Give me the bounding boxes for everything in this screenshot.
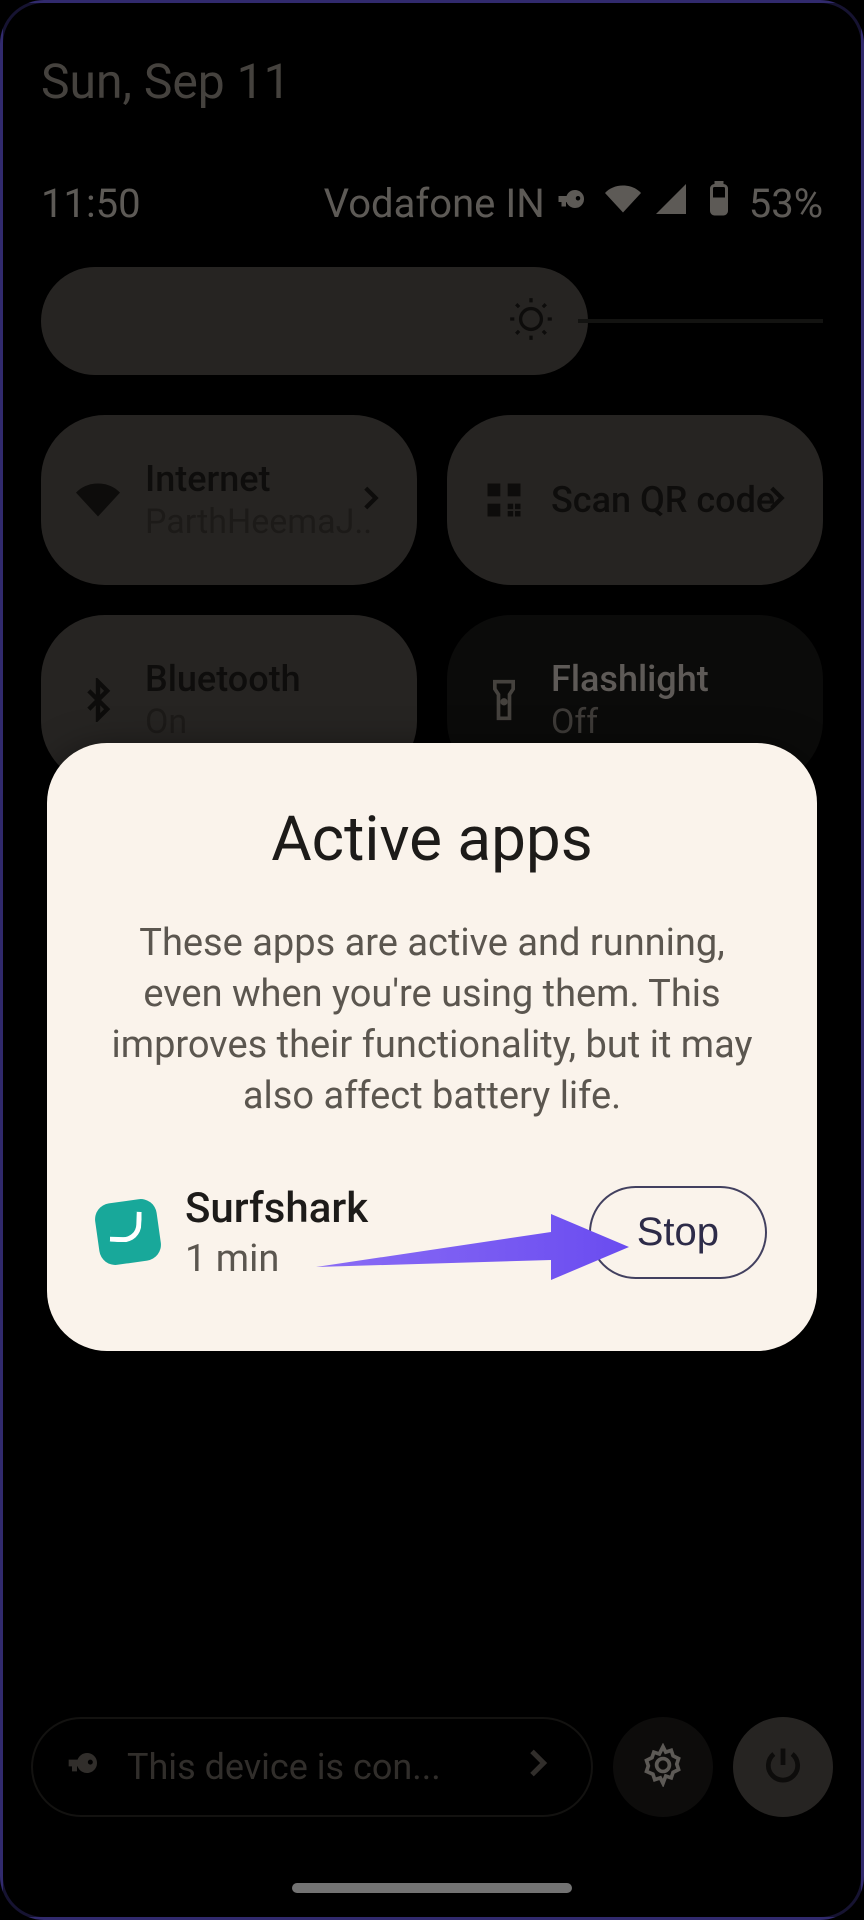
power-button[interactable] bbox=[733, 1717, 833, 1817]
tile-title: Internet bbox=[145, 458, 383, 500]
battery-percent: 53% bbox=[749, 180, 823, 227]
status-bar: 11:50 Vodafone IN 53% bbox=[31, 180, 833, 267]
date-label: Sun, Sep 11 bbox=[31, 43, 833, 180]
tile-title: Bluetooth bbox=[145, 658, 383, 700]
qr-icon bbox=[481, 478, 527, 522]
active-apps-dialog: Active apps These apps are active and ru… bbox=[47, 743, 817, 1351]
vpn-status-chip[interactable]: This device is con... bbox=[31, 1717, 593, 1817]
dialog-description: These apps are active and running, even … bbox=[87, 918, 777, 1122]
tile-subtitle: On bbox=[145, 702, 383, 742]
stop-button[interactable]: Stop bbox=[589, 1186, 767, 1279]
wifi-icon bbox=[605, 180, 641, 227]
tile-subtitle: Off bbox=[551, 702, 789, 742]
tile-subtitle: ParthHeemaJ.. bbox=[145, 502, 383, 542]
battery-icon bbox=[701, 180, 737, 227]
surfshark-app-icon bbox=[93, 1197, 163, 1267]
app-running-time: 1 min bbox=[185, 1237, 563, 1281]
carrier-label: Vodafone IN bbox=[324, 180, 545, 227]
vpn-status-text: This device is con... bbox=[127, 1746, 497, 1788]
clock-time: 11:50 bbox=[41, 180, 141, 227]
gear-icon bbox=[641, 1743, 685, 1791]
brightness-slider[interactable] bbox=[31, 267, 833, 415]
quick-settings: Internet ParthHeemaJ.. Scan QR code bbox=[31, 415, 833, 785]
chevron-right-icon bbox=[759, 481, 793, 519]
vpn-key-icon bbox=[67, 1743, 107, 1792]
dialog-title: Active apps bbox=[87, 803, 777, 876]
chevron-right-icon bbox=[517, 1743, 557, 1792]
flashlight-icon bbox=[481, 678, 527, 722]
tile-scan-qr[interactable]: Scan QR code bbox=[447, 415, 823, 585]
chevron-right-icon bbox=[353, 481, 387, 519]
vpn-key-icon bbox=[557, 180, 593, 227]
power-icon bbox=[761, 1743, 805, 1791]
app-name: Surfshark bbox=[185, 1184, 563, 1233]
tile-title: Flashlight bbox=[551, 658, 789, 700]
signal-icon bbox=[653, 180, 689, 227]
shade-footer: This device is con... bbox=[31, 1717, 833, 1817]
active-app-row: Surfshark 1 min Stop bbox=[87, 1184, 777, 1281]
wifi-icon bbox=[75, 478, 121, 522]
brightness-icon bbox=[506, 294, 556, 348]
bluetooth-icon bbox=[75, 678, 121, 722]
tile-title: Scan QR code bbox=[551, 479, 789, 521]
settings-button[interactable] bbox=[613, 1717, 713, 1817]
tile-internet[interactable]: Internet ParthHeemaJ.. bbox=[41, 415, 417, 585]
gesture-nav-bar[interactable] bbox=[292, 1883, 572, 1893]
